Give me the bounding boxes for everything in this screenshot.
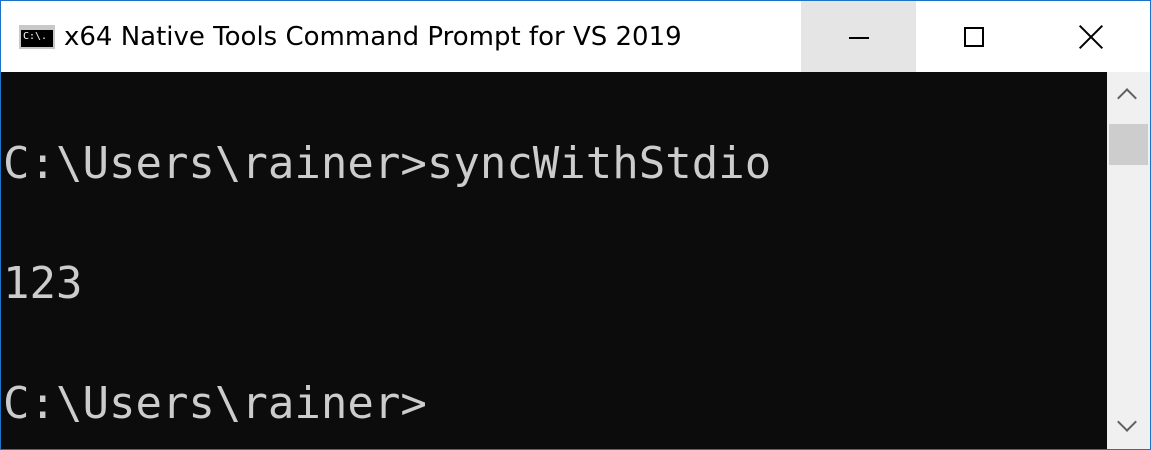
window-title: x64 Native Tools Command Prompt for VS 2… xyxy=(64,22,682,52)
console-app-icon[interactable]: C:\. xyxy=(19,25,55,49)
close-icon xyxy=(1079,25,1103,49)
close-button[interactable] xyxy=(1032,1,1150,72)
maximize-icon xyxy=(964,27,984,47)
console-output[interactable]: C:\Users\rainer>syncWithStdio 123 C:\Use… xyxy=(1,72,1107,449)
minimize-icon xyxy=(849,37,869,39)
console-line: C:\Users\rainer>syncWithStdio xyxy=(3,138,772,189)
scroll-down-arrow-icon xyxy=(1117,412,1137,432)
scroll-up-arrow-icon xyxy=(1117,88,1137,108)
console-line: 123 xyxy=(3,258,83,309)
maximize-button[interactable] xyxy=(916,1,1031,72)
scroll-up-button[interactable] xyxy=(1107,72,1150,116)
console-prompt-line: C:\Users\rainer> xyxy=(3,378,427,429)
title-bar[interactable]: C:\. x64 Native Tools Command Prompt for… xyxy=(1,1,1150,72)
scrollbar-thumb[interactable] xyxy=(1109,124,1148,165)
minimize-button[interactable] xyxy=(801,1,916,72)
scroll-down-button[interactable] xyxy=(1107,405,1150,449)
console-window: C:\. x64 Native Tools Command Prompt for… xyxy=(0,0,1151,450)
vertical-scrollbar[interactable] xyxy=(1107,72,1150,449)
